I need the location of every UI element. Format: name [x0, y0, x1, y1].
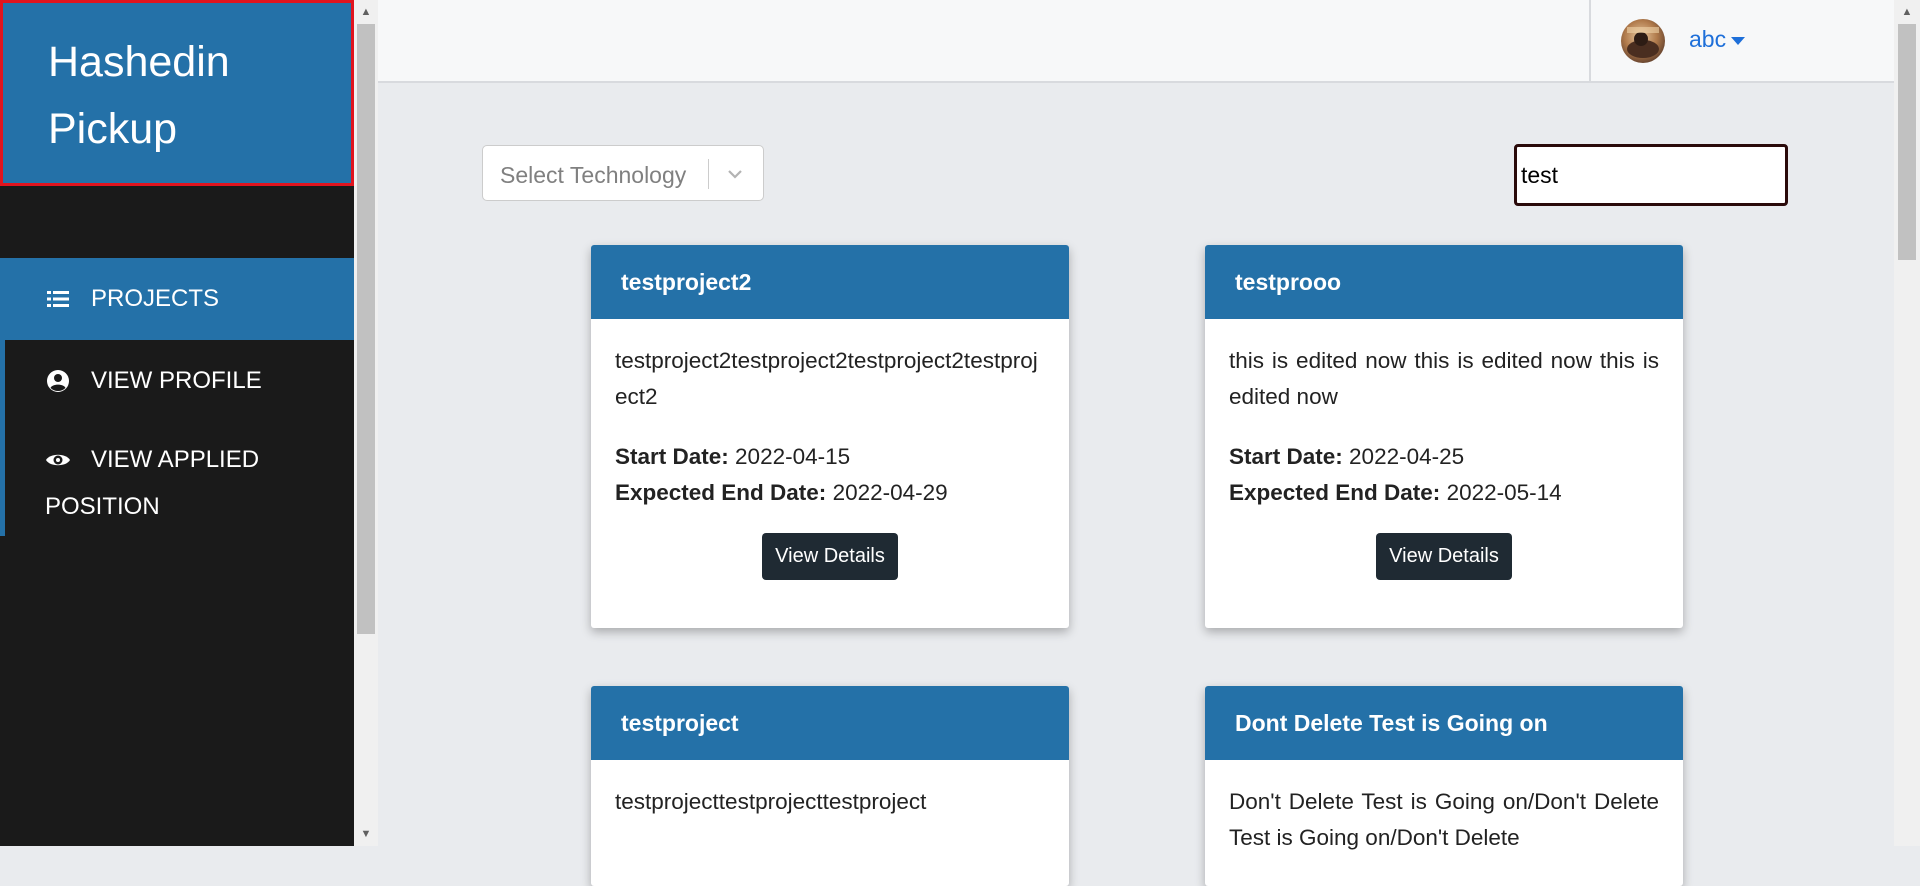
scroll-up-arrow-icon[interactable]: ▲: [1895, 0, 1919, 24]
technology-select-placeholder: Select Technology: [500, 162, 687, 188]
end-date-label: Expected End Date:: [615, 480, 827, 505]
view-details-button[interactable]: View Details: [1376, 533, 1512, 580]
search-input[interactable]: [1514, 144, 1788, 206]
project-card-title: testprooo: [1205, 245, 1683, 319]
sidebar-item-view-profile[interactable]: VIEW PROFILE: [0, 340, 354, 422]
project-card-title: testproject2: [591, 245, 1069, 319]
sidebar: Hashedin Pickup PROJECTS VIEW PROFILE VI…: [0, 0, 354, 846]
end-date-value: 2022-04-29: [832, 480, 948, 505]
project-end-date-row: Expected End Date: 2022-04-29: [615, 475, 1045, 511]
project-start-date-row: Start Date: 2022-04-25: [1229, 439, 1659, 475]
eye-icon: [45, 447, 71, 473]
project-start-date-row: Start Date: 2022-04-15: [615, 439, 1045, 475]
project-card-title: Dont Delete Test is Going on: [1205, 686, 1683, 760]
page-scrollbar-thumb[interactable]: [1898, 24, 1916, 260]
scroll-down-arrow-icon[interactable]: ▼: [354, 822, 378, 846]
chevron-down-icon[interactable]: [723, 162, 747, 186]
sidebar-item-label: PROJECTS: [91, 285, 220, 312]
end-date-value: 2022-05-14: [1446, 480, 1562, 505]
project-card-description: testprojecttestprojecttestproject: [615, 789, 927, 814]
project-card-description: Don't Delete Test is Going on/Don't Dele…: [1229, 789, 1659, 850]
view-details-button[interactable]: View Details: [762, 533, 898, 580]
brand-logo[interactable]: Hashedin Pickup: [0, 0, 354, 186]
project-card: testprooo this is edited now this is edi…: [1205, 245, 1683, 628]
start-date-value: 2022-04-25: [1349, 444, 1465, 469]
sidebar-item-label-line-1: VIEW APPLIED: [91, 446, 260, 473]
top-navbar: abc: [378, 0, 1894, 83]
project-end-date-row: Expected End Date: 2022-05-14: [1229, 475, 1659, 511]
avatar[interactable]: [1621, 19, 1665, 63]
user-menu-toggle[interactable]: abc: [1689, 26, 1746, 53]
start-date-label: Start Date:: [615, 444, 729, 469]
project-card-title: testproject: [591, 686, 1069, 760]
project-card: testproject testprojecttestprojecttestpr…: [591, 686, 1069, 886]
brand-line-2: Pickup: [48, 105, 178, 153]
brand-line-1: Hashedin: [48, 38, 230, 86]
user-circle-icon: [45, 368, 71, 394]
scroll-up-arrow-icon[interactable]: ▲: [354, 0, 378, 24]
start-date-label: Start Date:: [1229, 444, 1343, 469]
sidebar-scrollbar[interactable]: ▲ ▼: [354, 0, 378, 846]
project-card: Dont Delete Test is Going on Don't Delet…: [1205, 686, 1683, 886]
end-date-label: Expected End Date:: [1229, 480, 1441, 505]
project-card-description: this is edited now this is edited now th…: [1229, 348, 1659, 409]
sidebar-nav: PROJECTS VIEW PROFILE VIEW APPLIED POSIT…: [0, 258, 354, 536]
page-scrollbar[interactable]: ▲: [1894, 0, 1920, 846]
start-date-value: 2022-04-15: [735, 444, 851, 469]
project-card-description: testproject2testproject2testproject2test…: [615, 348, 1038, 409]
caret-down-icon: [1731, 36, 1746, 45]
username: abc: [1689, 26, 1727, 52]
sidebar-scrollbar-thumb[interactable]: [357, 24, 375, 634]
list-icon: [45, 286, 71, 312]
sidebar-item-label: VIEW PROFILE: [91, 367, 262, 394]
navbar-divider: [1589, 0, 1591, 83]
select-separator: [708, 159, 709, 189]
sidebar-item-view-applied-position[interactable]: VIEW APPLIED POSITION: [0, 422, 354, 536]
project-card: testproject2 testproject2testproject2tes…: [591, 245, 1069, 628]
technology-select[interactable]: Select Technology: [482, 145, 764, 201]
sidebar-item-label-line-2: POSITION: [45, 493, 160, 520]
sidebar-item-projects[interactable]: PROJECTS: [0, 258, 354, 340]
